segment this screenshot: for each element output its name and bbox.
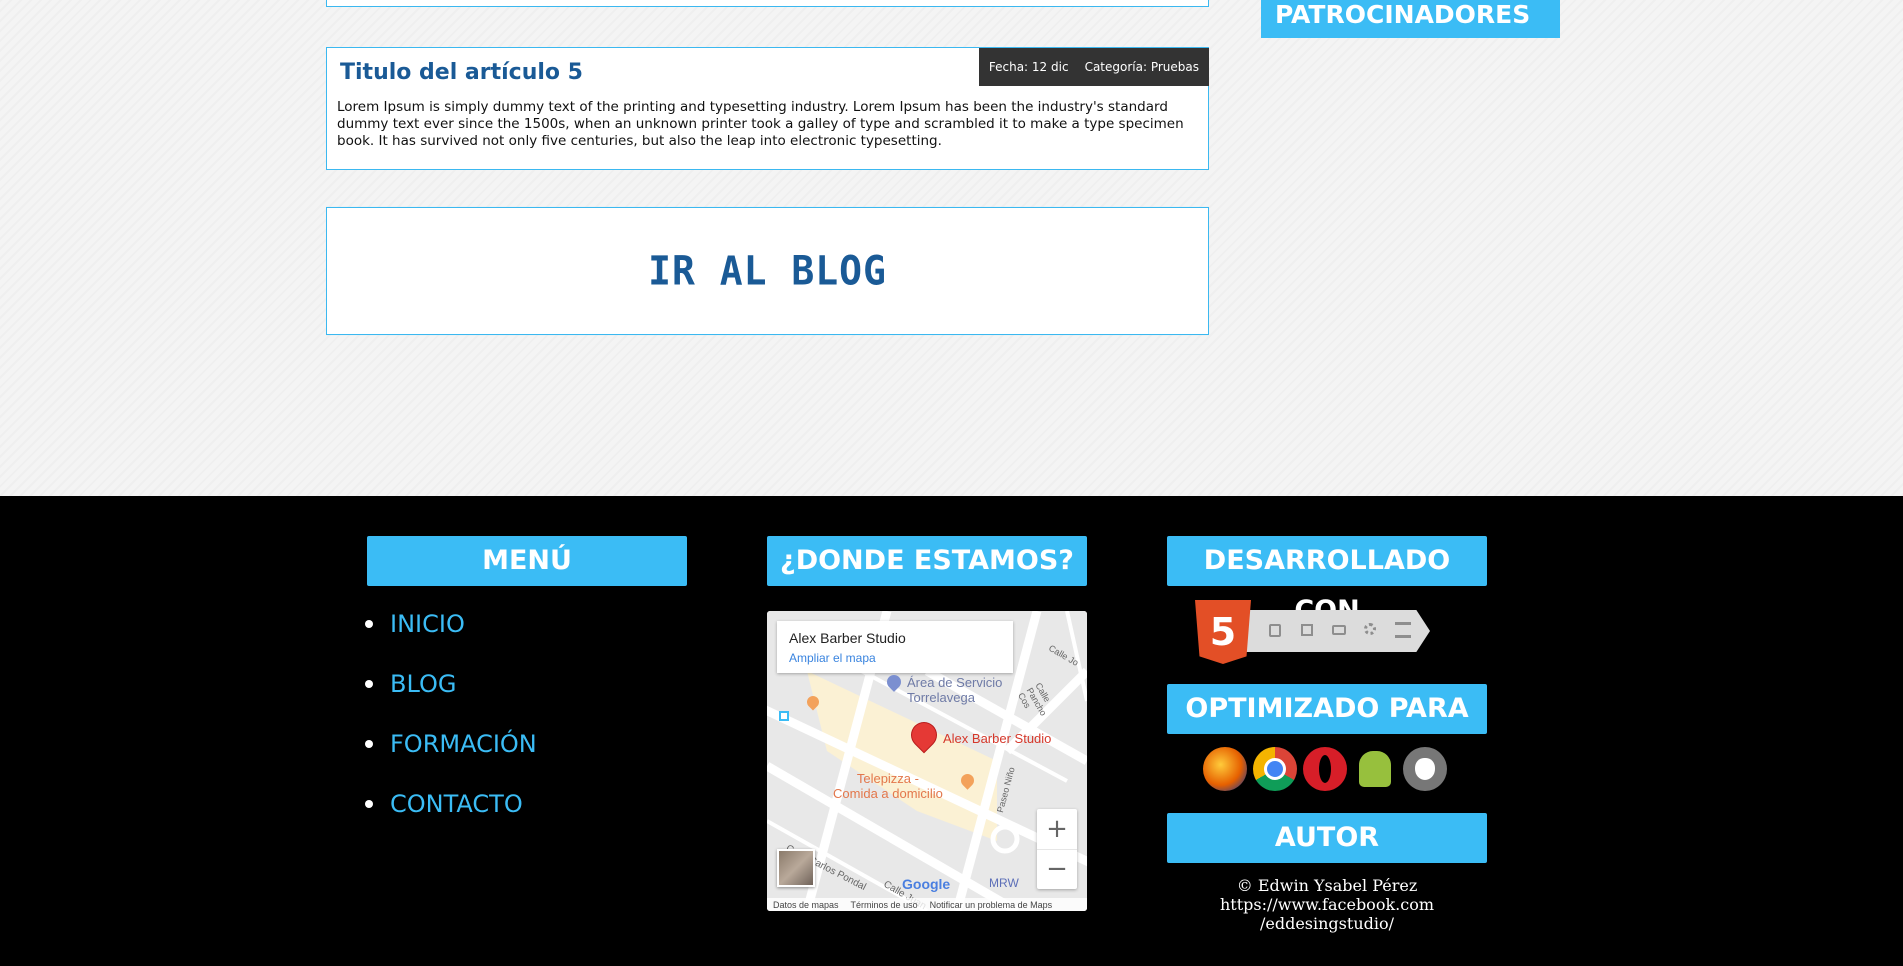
map-restaurant-line2: Comida a domicilio bbox=[833, 786, 943, 801]
gear-icon bbox=[1364, 623, 1376, 635]
tablet-icon bbox=[1332, 625, 1346, 635]
article-meta: Fecha: 12 dic Categoría: Pruebas bbox=[978, 48, 1209, 86]
author-facebook-path[interactable]: /eddesingstudio/ bbox=[1167, 914, 1487, 933]
css-icon bbox=[1269, 624, 1281, 637]
bullet-icon bbox=[365, 680, 373, 688]
menu-item-blog[interactable]: BLOG bbox=[365, 654, 685, 714]
article-body: Lorem Ipsum is simply dummy text of the … bbox=[337, 99, 1184, 149]
footer-optimized-title: OPTIMIZADO PARA bbox=[1167, 684, 1487, 734]
menu-item-contacto[interactable]: CONTACTO bbox=[365, 774, 685, 834]
footer-location-title: ¿DONDE ESTAMOS? bbox=[767, 536, 1087, 586]
map-label-service-area: Área de Servicio bbox=[907, 675, 1003, 690]
chrome-icon bbox=[1253, 747, 1297, 791]
opera-ring-icon bbox=[1319, 755, 1331, 783]
map-attribution: Datos de mapas Términos de uso Notificar… bbox=[767, 898, 1087, 911]
map-report-link[interactable]: Notificar un problema de Maps bbox=[930, 900, 1053, 910]
bullet-icon bbox=[365, 620, 373, 628]
opera-icon bbox=[1303, 747, 1347, 791]
map-restaurant-line1: Telepizza - bbox=[856, 771, 919, 786]
android-body-icon bbox=[1359, 751, 1391, 787]
apple-icon bbox=[1403, 747, 1447, 791]
map-mrw-label: MRW bbox=[989, 876, 1019, 890]
map-enlarge-link[interactable]: Ampliar el mapa bbox=[789, 651, 876, 665]
tech-badge: 5 bbox=[1195, 600, 1440, 664]
transit-icon bbox=[779, 711, 789, 721]
go-to-blog-button[interactable]: IR AL BLOG bbox=[326, 206, 1209, 336]
satellite-toggle[interactable] bbox=[777, 849, 815, 887]
footer: MENÚ INICIO BLOG FORMACIÓN CONTACTO ¿DON… bbox=[0, 496, 1903, 966]
map-place-name: Alex Barber Studio bbox=[789, 630, 906, 646]
html5-icon: 5 bbox=[1195, 600, 1251, 664]
chrome-center-icon bbox=[1264, 758, 1286, 780]
bullet-icon bbox=[365, 800, 373, 808]
footer-author-title: AUTOR bbox=[1167, 813, 1487, 863]
location-map[interactable]: Alex Barber Studio Ampliar el mapa Área … bbox=[767, 611, 1087, 911]
zoom-in-button[interactable]: + bbox=[1037, 809, 1077, 850]
menu-link-inicio[interactable]: INICIO bbox=[390, 610, 465, 638]
html5-label: 5 bbox=[1209, 610, 1237, 654]
map-label-city: Torrelavega bbox=[907, 690, 975, 705]
map-zoom-control: + − bbox=[1037, 809, 1077, 889]
author-info: © Edwin Ysabel Pérez https://www.faceboo… bbox=[1167, 876, 1487, 933]
firefox-icon bbox=[1203, 747, 1247, 791]
android-icon bbox=[1353, 747, 1397, 791]
menu-item-formacion[interactable]: FORMACIÓN bbox=[365, 714, 685, 774]
menu-link-contacto[interactable]: CONTACTO bbox=[390, 790, 523, 818]
author-name: © Edwin Ysabel Pérez bbox=[1236, 876, 1418, 895]
menu-link-blog[interactable]: BLOG bbox=[390, 670, 456, 698]
go-to-blog-label: IR AL BLOG bbox=[648, 247, 887, 295]
footer-menu-title: MENÚ bbox=[367, 536, 687, 586]
previous-article-card bbox=[326, 0, 1209, 7]
apple-shape-icon bbox=[1415, 758, 1435, 780]
bullet-icon bbox=[365, 740, 373, 748]
article-title[interactable]: Titulo del artículo 5 bbox=[340, 60, 583, 85]
sponsors-title: PATROCINADORES bbox=[1261, 0, 1560, 38]
menu-item-inicio[interactable]: INICIO bbox=[365, 594, 685, 654]
layers-icon bbox=[1395, 622, 1411, 638]
browser-icons bbox=[1203, 747, 1453, 793]
footer-menu: INICIO BLOG FORMACIÓN CONTACTO bbox=[365, 594, 685, 834]
article-card: Titulo del artículo 5 Fecha: 12 dic Cate… bbox=[326, 47, 1209, 170]
author-facebook-link[interactable]: https://www.facebook.com bbox=[1167, 895, 1487, 914]
zoom-out-button[interactable]: − bbox=[1037, 850, 1077, 889]
google-logo: Google bbox=[902, 876, 951, 892]
device-icon bbox=[1301, 624, 1313, 636]
map-marker-label: Alex Barber Studio bbox=[943, 731, 1052, 746]
map-label-service: Área de Servicio Torrelavega bbox=[907, 675, 1002, 705]
footer-developed-title: DESARROLLADO CON bbox=[1167, 536, 1487, 626]
map-data-attr: Datos de mapas bbox=[773, 899, 839, 910]
menu-link-formacion[interactable]: FORMACIÓN bbox=[390, 730, 537, 758]
article-category[interactable]: Categoría: Pruebas bbox=[1085, 60, 1199, 74]
article-date: Fecha: 12 dic bbox=[988, 60, 1069, 74]
map-info-box: Alex Barber Studio Ampliar el mapa bbox=[777, 621, 1013, 673]
map-restaurant-label: Telepizza - Comida a domicilio bbox=[833, 771, 943, 801]
map-terms-link[interactable]: Términos de uso bbox=[851, 900, 918, 910]
